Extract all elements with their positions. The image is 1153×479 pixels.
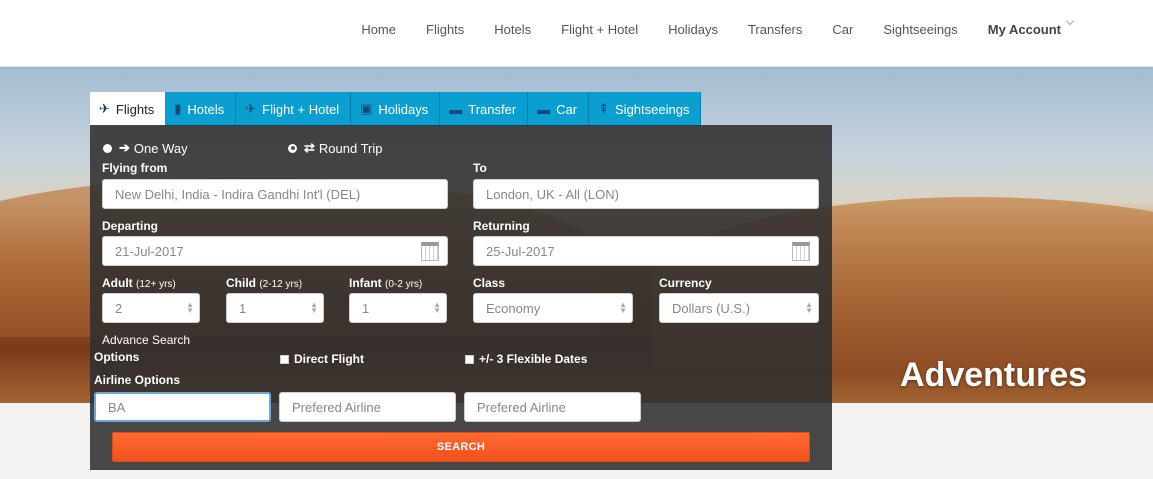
building-icon: ▮ bbox=[174, 101, 182, 116]
tab-holidays[interactable]: ▣ Holidays bbox=[351, 92, 441, 126]
direct-flight-checkbox[interactable]: Direct Flight bbox=[280, 352, 364, 366]
infant-label: Infant (0-2 yrs) bbox=[349, 276, 422, 290]
nav-my-account[interactable]: My Account bbox=[973, 16, 1075, 38]
tab-label: Flights bbox=[115, 101, 155, 117]
one-way-radio[interactable]: ➔ One Way bbox=[103, 140, 188, 156]
flight-search-panel: ➔ One Way ⇄ Round Trip Flying from To Ne… bbox=[90, 125, 832, 470]
tab-transfer[interactable]: ▬ Transfer bbox=[440, 92, 529, 126]
tab-label: Holidays bbox=[378, 101, 429, 117]
departing-date-input[interactable]: 21-Jul-2017 bbox=[102, 236, 448, 266]
radio-button bbox=[103, 143, 112, 153]
nav-home[interactable]: Home bbox=[346, 22, 411, 38]
tab-flights[interactable]: ✈ Flights bbox=[90, 92, 166, 126]
tab-label: Sightseeings bbox=[615, 101, 690, 117]
adult-label: Adult (12+ yrs) bbox=[102, 276, 176, 290]
tab-label: Hotels bbox=[187, 101, 225, 117]
airline-input-2[interactable]: Prefered Airline bbox=[279, 392, 456, 422]
nav-car[interactable]: Car bbox=[817, 22, 868, 38]
spinner-arrows-icon: ▲ ▼ bbox=[310, 300, 318, 315]
departing-label: Departing bbox=[102, 219, 159, 233]
calendar-icon[interactable] bbox=[421, 242, 439, 261]
currency-value: Dollars (U.S.) bbox=[672, 300, 751, 316]
nav-transfers[interactable]: Transfers bbox=[733, 22, 817, 38]
main-nav: Home Flights Hotels Flight + Hotel Holid… bbox=[346, 16, 1075, 38]
child-age-range: (2-12 yrs) bbox=[259, 279, 303, 290]
to-label: To bbox=[473, 161, 487, 175]
child-select[interactable]: 1 ▲ ▼ bbox=[226, 293, 324, 323]
flexible-dates-checkbox[interactable]: +/- 3 Flexible Dates bbox=[465, 352, 587, 366]
hero-caption: Adventures bbox=[900, 356, 1088, 394]
flying-from-input[interactable]: New Delhi, India - Indira Gandhi Int'l (… bbox=[102, 179, 448, 209]
direct-flight-label: Direct Flight bbox=[294, 352, 365, 366]
flexible-dates-label: +/- 3 Flexible Dates bbox=[479, 352, 588, 366]
airline-input-3[interactable]: Prefered Airline bbox=[464, 392, 641, 422]
to-input[interactable]: London, UK - All (LON) bbox=[473, 179, 819, 209]
top-navigation-bar: Home Flights Hotels Flight + Hotel Holid… bbox=[0, 0, 1153, 67]
car-icon: ▬ bbox=[537, 101, 551, 117]
tab-car[interactable]: ▬ Car bbox=[528, 92, 590, 126]
spinner-arrows-icon: ▲ ▼ bbox=[186, 300, 194, 315]
adult-value: 2 bbox=[115, 300, 123, 316]
adult-age-range: (12+ yrs) bbox=[136, 279, 176, 290]
checkbox bbox=[465, 354, 474, 364]
flying-from-label: Flying from bbox=[102, 161, 168, 175]
class-select[interactable]: Economy ▲ ▼ bbox=[473, 293, 633, 323]
search-tabs: ✈ Flights ▮ Hotels ✈ Flight + Hotel ▣ Ho… bbox=[90, 92, 702, 126]
infant-value: 1 bbox=[362, 300, 370, 316]
airline-options-label: Airline Options bbox=[94, 373, 181, 387]
class-value: Economy bbox=[486, 300, 541, 316]
my-account-label: My Account bbox=[987, 22, 1061, 37]
tab-label: Transfer bbox=[468, 101, 517, 117]
options-label: Options bbox=[94, 350, 140, 364]
infant-age-range: (0-2 yrs) bbox=[385, 279, 423, 290]
suitcase-icon: ▣ bbox=[360, 101, 373, 116]
departing-date-value: 21-Jul-2017 bbox=[115, 243, 184, 259]
arrow-right-icon: ➔ bbox=[119, 140, 130, 155]
round-trip-label: Round Trip bbox=[318, 140, 383, 156]
returning-label: Returning bbox=[473, 219, 530, 233]
returning-date-input[interactable]: 25-Jul-2017 bbox=[473, 236, 819, 266]
infant-label-text: Infant bbox=[349, 276, 382, 290]
class-label: Class bbox=[473, 276, 506, 290]
nav-hotels[interactable]: Hotels bbox=[479, 22, 546, 38]
one-way-label: One Way bbox=[133, 140, 188, 156]
nav-sightseeings[interactable]: Sightseeings bbox=[868, 22, 972, 38]
nav-flights[interactable]: Flights bbox=[411, 22, 479, 38]
airline-input-1[interactable]: BA bbox=[94, 392, 271, 422]
plane-icon: ✈ bbox=[99, 101, 110, 116]
currency-select[interactable]: Dollars (U.S.) ▲ ▼ bbox=[659, 293, 819, 323]
child-label-text: Child bbox=[226, 276, 256, 290]
adult-label-text: Adult bbox=[102, 276, 133, 290]
checkbox bbox=[280, 354, 289, 364]
spinner-arrows-icon: ▲ ▼ bbox=[619, 300, 627, 315]
bus-icon: ▬ bbox=[449, 101, 463, 117]
search-button[interactable]: SEARCH bbox=[112, 432, 810, 462]
advance-search-label: Advance Search bbox=[102, 333, 191, 347]
nav-holidays[interactable]: Holidays bbox=[653, 22, 733, 38]
tab-label: Car bbox=[556, 101, 578, 117]
tab-flight-hotel[interactable]: ✈ Flight + Hotel bbox=[236, 92, 352, 126]
child-label: Child (2-12 yrs) bbox=[226, 276, 302, 290]
signpost-icon: ⇞ bbox=[598, 101, 610, 116]
currency-label: Currency bbox=[659, 276, 712, 290]
spinner-arrows-icon: ▲ ▼ bbox=[433, 300, 441, 315]
returning-date-value: 25-Jul-2017 bbox=[486, 243, 555, 259]
chevron-down-icon bbox=[1065, 16, 1075, 26]
round-trip-icon: ⇄ bbox=[304, 140, 315, 155]
tab-label: Flight + Hotel bbox=[262, 101, 340, 117]
tab-hotels[interactable]: ▮ Hotels bbox=[165, 92, 237, 126]
infant-select[interactable]: 1 ▲ ▼ bbox=[349, 293, 447, 323]
nav-flight-hotel[interactable]: Flight + Hotel bbox=[546, 22, 653, 38]
adult-select[interactable]: 2 ▲ ▼ bbox=[102, 293, 200, 323]
calendar-icon[interactable] bbox=[792, 242, 810, 261]
plane-icon: ✈ bbox=[245, 101, 257, 116]
round-trip-radio[interactable]: ⇄ Round Trip bbox=[288, 140, 383, 156]
tab-sightseeings[interactable]: ⇞ Sightseeings bbox=[589, 92, 702, 126]
child-value: 1 bbox=[239, 300, 247, 316]
radio-button bbox=[288, 143, 297, 153]
spinner-arrows-icon: ▲ ▼ bbox=[805, 300, 813, 315]
